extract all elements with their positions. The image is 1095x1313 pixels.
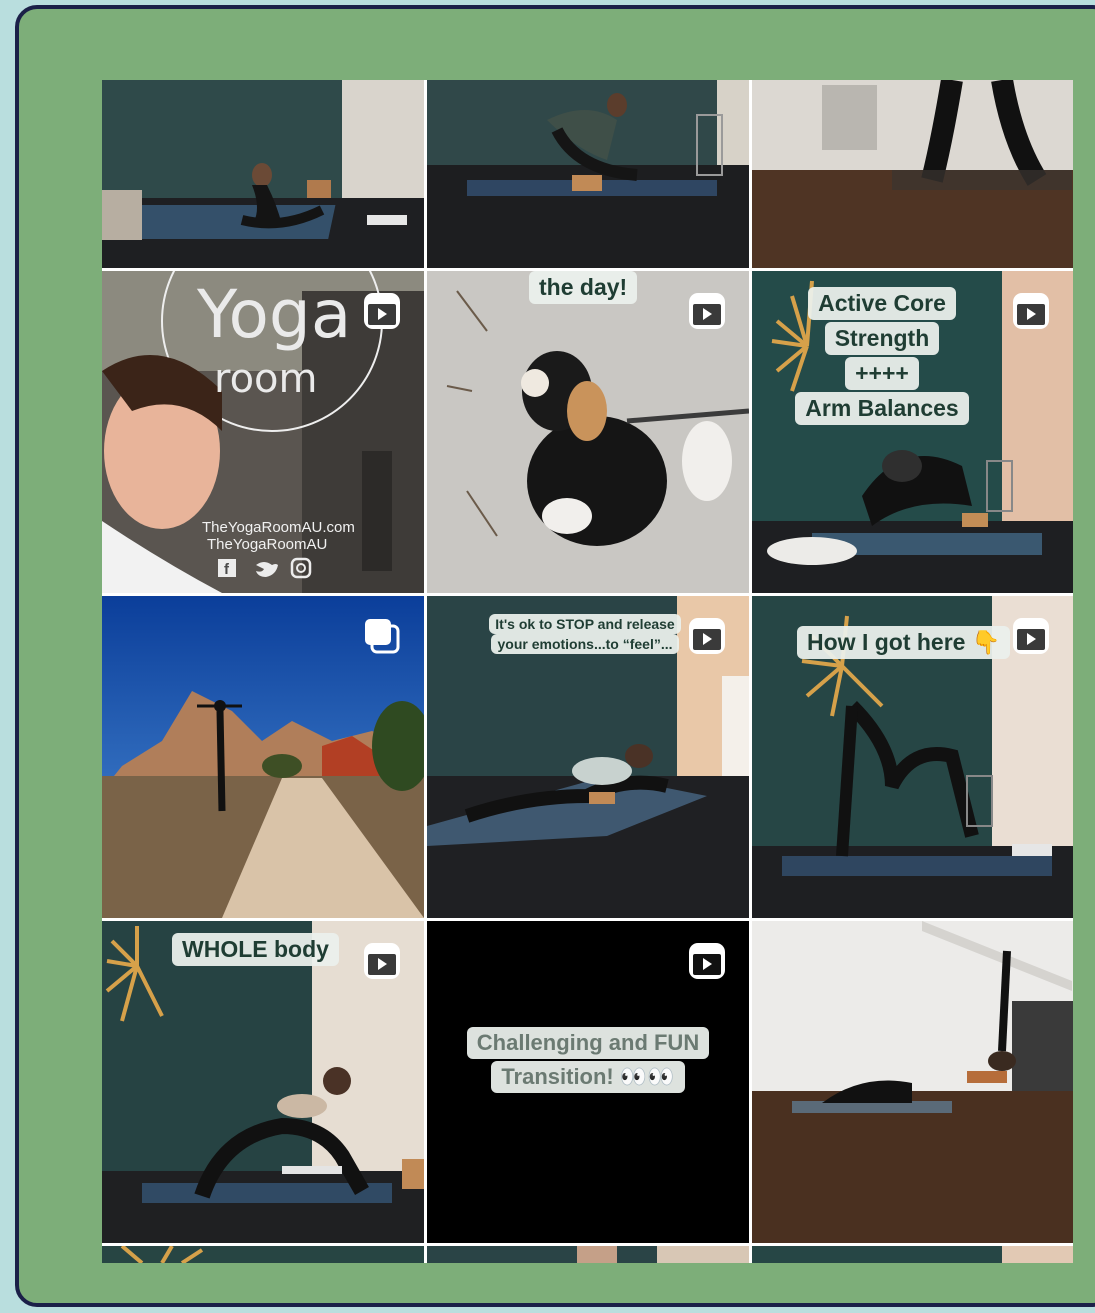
reel-caption: How I got here 👇 xyxy=(797,626,1011,659)
post-tile-challenging-transition[interactable]: Challenging and FUN Transition! 👀👀 xyxy=(427,921,749,1243)
caption-line: your emotions...to “feel”... xyxy=(491,634,679,654)
reels-icon xyxy=(1013,293,1049,329)
handle-text: TheYogaRoomAU xyxy=(207,536,328,553)
reels-icon xyxy=(1013,618,1049,654)
instagram-post-grid: Yoga room TheYogaRoomAU.com TheYogaRoomA… xyxy=(102,80,1073,1263)
reels-icon xyxy=(689,293,725,329)
caption-line: Active Core xyxy=(808,287,956,320)
post-image xyxy=(752,80,1073,268)
post-tile-release-emotions[interactable]: It's ok to STOP and release your emotion… xyxy=(427,596,749,918)
post-image xyxy=(427,80,749,268)
twitter-icon xyxy=(256,562,278,577)
post-tile-partial[interactable] xyxy=(102,1246,424,1263)
facebook-icon: f xyxy=(218,559,236,578)
post-tile-partial[interactable] xyxy=(752,1246,1073,1263)
reels-icon xyxy=(689,943,725,979)
reels-icon xyxy=(364,943,400,979)
caption-line: Transition! 👀👀 xyxy=(491,1061,685,1093)
frame: Yoga room TheYogaRoomAU.com TheYogaRoomA… xyxy=(15,5,1095,1307)
reels-icon xyxy=(364,293,400,329)
reel-caption-group: Active Core Strength ++++ Arm Balances xyxy=(782,287,982,425)
reel-caption: WHOLE body xyxy=(172,933,339,966)
post-tile-crow-pose[interactable] xyxy=(427,80,749,268)
post-tile-studio-floor[interactable] xyxy=(752,80,1073,268)
reel-caption-group: Challenging and FUN Transition! 👀👀 xyxy=(437,1027,739,1093)
instagram-icon xyxy=(290,557,312,579)
post-image xyxy=(752,921,1073,1243)
post-tile-yoga-room-selfie[interactable]: Yoga room TheYogaRoomAU.com TheYogaRoomA… xyxy=(102,271,424,593)
post-image xyxy=(102,80,424,268)
post-tile-yoga-twist[interactable] xyxy=(102,80,424,268)
caption-line: Arm Balances xyxy=(795,392,969,425)
post-tile-whole-body[interactable]: WHOLE body xyxy=(102,921,424,1243)
caption-line: ++++ xyxy=(845,357,919,390)
website-link-text: TheYogaRoomAU.com xyxy=(202,519,355,536)
post-tile-how-i-got-here[interactable]: How I got here 👇 xyxy=(752,596,1073,918)
carousel-icon xyxy=(365,619,400,654)
post-tile-garden-of-gods[interactable] xyxy=(102,596,424,918)
post-tile-active-core[interactable]: Active Core Strength ++++ Arm Balances xyxy=(752,271,1073,593)
room-logo-word: room xyxy=(214,356,318,402)
reels-icon xyxy=(689,618,725,654)
post-tile-partial[interactable] xyxy=(427,1246,749,1263)
caption-line: Strength xyxy=(824,322,940,355)
caption-line: Challenging and FUN xyxy=(466,1027,710,1059)
social-icons: f xyxy=(218,557,312,579)
post-tile-dog-the-day[interactable]: the day! xyxy=(427,271,749,593)
reel-caption-group: It's ok to STOP and release your emotion… xyxy=(475,614,695,654)
yoga-logo-word: Yoga xyxy=(197,276,352,353)
reel-caption: the day! xyxy=(529,271,638,304)
caption-line: It's ok to STOP and release xyxy=(489,614,681,634)
post-tile-studio-childs-pose[interactable] xyxy=(752,921,1073,1243)
